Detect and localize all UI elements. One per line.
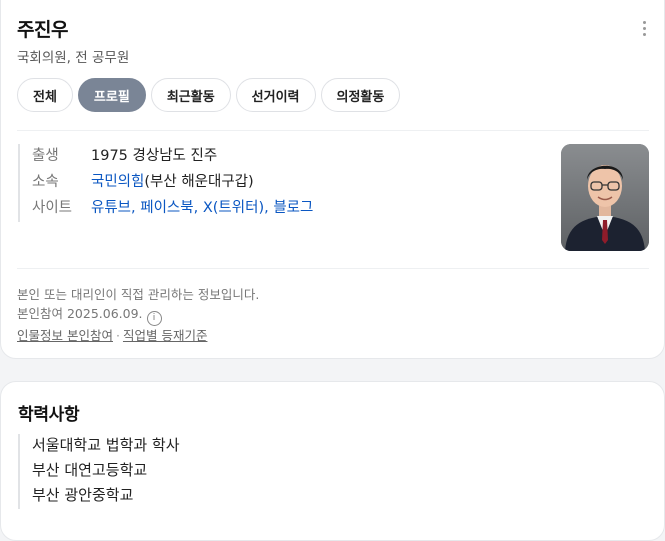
tab-all[interactable]: 전체 xyxy=(17,78,73,112)
youtube-link[interactable]: 유튜브 xyxy=(91,200,131,216)
info-row-affiliation: 소속 국민의힘(부산 해운대구갑) xyxy=(32,170,313,196)
link-separator: , xyxy=(264,200,274,216)
twitter-link[interactable]: X(트위터) xyxy=(203,200,264,216)
profile-tabs: 전체 프로필 최근활동 선거이력 의정활동 xyxy=(17,78,401,112)
blog-link[interactable]: 블로그 xyxy=(273,200,313,216)
tab-recent-activity[interactable]: 최근활동 xyxy=(150,78,231,112)
party-link[interactable]: 국민의힘 xyxy=(91,174,144,190)
link-separator: , xyxy=(131,200,141,216)
info-row-birth: 출생 1975 경상남도 진주 xyxy=(32,144,313,170)
profile-subtitle: 국회의원, 전 공무원 xyxy=(17,50,130,66)
education-item: 부산 대연고등학교 xyxy=(32,461,148,479)
listing-criteria-link[interactable]: 직업별 등재기준 xyxy=(123,328,207,343)
education-item: 서울대학교 법학과 학사 xyxy=(32,436,180,454)
birth-label: 출생 xyxy=(32,148,59,164)
education-list: 서울대학교 법학과 학사 부산 대연고등학교 부산 광안중학교 xyxy=(18,434,180,509)
info-icon[interactable]: i xyxy=(146,311,162,326)
notice-text: 본인 또는 대리인이 직접 관리하는 정보입니다. xyxy=(17,287,260,302)
profile-card: 주진우 국회의원, 전 공무원 전체 프로필 최근활동 선거이력 의정활동 출생… xyxy=(0,0,665,359)
profile-info-list: 출생 1975 경상남도 진주 소속 국민의힘(부산 해운대구갑) 사이트 유튜… xyxy=(18,144,313,222)
info-row-sites: 사이트 유튜브, 페이스북, X(트위터), 블로그 xyxy=(32,196,313,222)
link-divider: · xyxy=(115,328,120,343)
link-separator: , xyxy=(193,200,203,216)
facebook-link[interactable]: 페이스북 xyxy=(140,200,193,216)
tab-election-history[interactable]: 선거이력 xyxy=(235,78,316,112)
education-card: 학력사항 서울대학교 법학과 학사 부산 대연고등학교 부산 광안중학교 xyxy=(0,381,665,541)
district-text: (부산 해운대구갑) xyxy=(144,174,254,190)
profile-photo[interactable] xyxy=(561,144,649,251)
self-participation-link[interactable]: 인물정보 본인참여 xyxy=(17,328,113,343)
affiliation-label: 소속 xyxy=(32,174,59,190)
education-item: 부산 광안중학교 xyxy=(32,486,134,504)
divider xyxy=(17,130,649,131)
sites-label: 사이트 xyxy=(32,200,73,216)
birth-value: 1975 경상남도 진주 xyxy=(91,148,218,164)
more-options-icon[interactable] xyxy=(641,21,647,39)
self-managed-notice: 본인 또는 대리인이 직접 관리하는 정보입니다. 본인참여 2025.06.0… xyxy=(17,285,259,345)
divider xyxy=(17,268,649,269)
profile-name: 주진우 xyxy=(17,19,68,41)
tab-legislative-activity[interactable]: 의정활동 xyxy=(320,78,401,112)
self-participation-date: 본인참여 2025.06.09. xyxy=(17,306,143,321)
education-title: 학력사항 xyxy=(18,405,80,425)
tab-profile[interactable]: 프로필 xyxy=(77,78,146,112)
